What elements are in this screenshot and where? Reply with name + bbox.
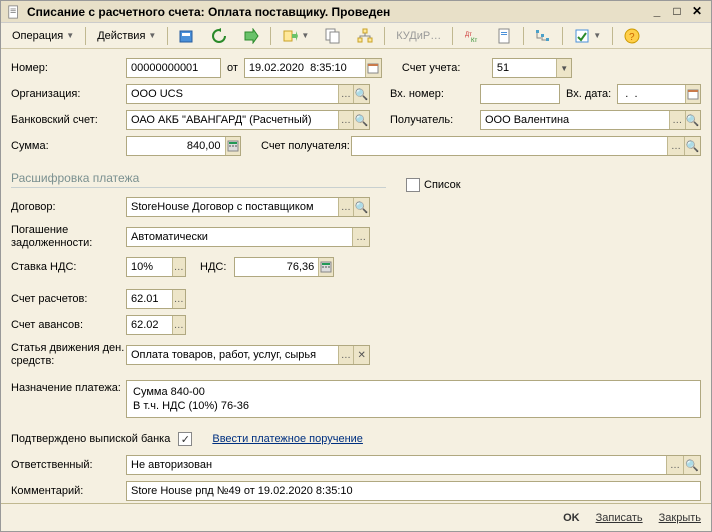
- tb-dtkt-icon[interactable]: ДтКт: [457, 26, 487, 46]
- ellipsis-icon[interactable]: …: [338, 111, 354, 129]
- close-document-button[interactable]: Закрыть: [659, 512, 701, 524]
- toolbar: Операция▼ Действия▼ ▼ КУДиР… ДтКт ▼ ?: [1, 23, 711, 49]
- tb-settings-icon[interactable]: ▼: [567, 26, 608, 46]
- tb-report-icon[interactable]: [489, 26, 519, 46]
- label-bank-acc: Банковский счет:: [11, 114, 126, 126]
- operation-menu[interactable]: Операция▼: [5, 26, 81, 46]
- field-recipient[interactable]: …🔍: [480, 110, 701, 130]
- actions-menu[interactable]: Действия▼: [90, 26, 163, 46]
- label-list: Список: [424, 179, 461, 191]
- field-in-num[interactable]: [480, 84, 560, 104]
- link-payment-order[interactable]: Ввести платежное поручение: [212, 433, 363, 445]
- label-from: от: [227, 62, 238, 74]
- form-content: Номер: от Счет учета: ▼ Организация: …🔍 …: [1, 49, 711, 503]
- tb-basis-icon[interactable]: ▼: [275, 26, 316, 46]
- label-vat: НДС:: [200, 261, 226, 273]
- svg-text:Кт: Кт: [471, 38, 477, 44]
- calendar-icon[interactable]: [685, 85, 700, 103]
- tb-refresh-icon[interactable]: [204, 26, 234, 46]
- save-button[interactable]: Записать: [596, 512, 643, 524]
- tb-go-icon[interactable]: [236, 26, 266, 46]
- label-comment: Комментарий:: [11, 485, 126, 497]
- field-recipient-acc[interactable]: …🔍: [351, 136, 701, 156]
- magnifier-icon[interactable]: 🔍: [353, 85, 369, 103]
- field-purpose[interactable]: Сумма 840-00 В т.ч. НДС (10%) 76-36: [126, 380, 701, 418]
- tb-tree-icon[interactable]: [528, 26, 558, 46]
- field-debt[interactable]: …: [126, 227, 370, 247]
- footer: OK Записать Закрыть: [1, 503, 711, 531]
- magnifier-icon[interactable]: 🔍: [353, 198, 369, 216]
- close-button[interactable]: ✕: [689, 5, 705, 19]
- label-responsible: Ответственный:: [11, 459, 126, 471]
- ellipsis-icon[interactable]: …: [338, 198, 354, 216]
- ellipsis-icon[interactable]: …: [352, 228, 369, 246]
- minimize-button[interactable]: _: [649, 5, 665, 19]
- label-acc-advance: Счет авансов:: [11, 319, 126, 331]
- field-uchet[interactable]: ▼: [492, 58, 572, 78]
- label-purpose: Назначение платежа:: [11, 380, 126, 395]
- tb-clone-icon[interactable]: [318, 26, 348, 46]
- titlebar: Списание с расчетного счета: Оплата пост…: [1, 1, 711, 23]
- tb-help-icon[interactable]: ?: [617, 26, 647, 46]
- ellipsis-icon[interactable]: …: [666, 456, 683, 474]
- label-uchet: Счет учета:: [402, 62, 492, 74]
- list-checkbox[interactable]: [406, 178, 420, 192]
- label-recipient: Получатель:: [390, 114, 480, 126]
- clear-icon[interactable]: ✕: [353, 346, 369, 364]
- field-vat-rate[interactable]: …: [126, 257, 186, 277]
- label-number: Номер:: [11, 62, 126, 74]
- section-title: Расшифровка платежа: [11, 171, 386, 188]
- ellipsis-icon[interactable]: …: [669, 111, 685, 129]
- field-responsible[interactable]: …🔍: [126, 455, 701, 475]
- document-icon: [7, 5, 21, 19]
- ellipsis-icon[interactable]: …: [667, 137, 683, 155]
- label-confirmed: Подтверждено выпиской банка: [11, 433, 170, 445]
- svg-text:?: ?: [629, 32, 635, 43]
- field-acc-advance[interactable]: …: [126, 315, 186, 335]
- window-title: Списание с расчетного счета: Оплата пост…: [27, 5, 390, 19]
- label-contract: Договор:: [11, 201, 126, 213]
- field-number[interactable]: [126, 58, 221, 78]
- field-in-date[interactable]: [617, 84, 701, 104]
- label-cash-flow: Статья движения ден. средств:: [11, 342, 126, 368]
- label-in-date: Вх. дата:: [566, 88, 611, 100]
- magnifier-icon[interactable]: 🔍: [353, 111, 369, 129]
- calculator-icon[interactable]: [225, 137, 240, 155]
- field-cash-flow[interactable]: …✕: [126, 345, 370, 365]
- label-org: Организация:: [11, 88, 126, 100]
- tb-struct-icon[interactable]: [350, 26, 380, 46]
- field-date[interactable]: [244, 58, 382, 78]
- label-debt: Погашение задолженности:: [11, 224, 126, 250]
- tb-save-icon[interactable]: [172, 26, 202, 46]
- label-sum: Сумма:: [11, 140, 126, 152]
- confirmed-checkbox[interactable]: [178, 432, 192, 446]
- ellipsis-icon[interactable]: …: [172, 290, 185, 308]
- field-comment[interactable]: [126, 481, 701, 501]
- label-acc-settle: Счет расчетов:: [11, 293, 126, 305]
- tb-kudir[interactable]: КУДиР…: [389, 26, 448, 46]
- magnifier-icon[interactable]: 🔍: [684, 137, 700, 155]
- label-vat-rate: Ставка НДС:: [11, 261, 126, 273]
- dropdown-icon[interactable]: ▼: [556, 59, 570, 77]
- field-acc-settle[interactable]: …: [126, 289, 186, 309]
- label-recipient-acc: Счет получателя:: [261, 140, 351, 152]
- ok-button[interactable]: OK: [563, 512, 580, 524]
- ellipsis-icon[interactable]: …: [172, 316, 185, 334]
- field-vat[interactable]: [234, 257, 334, 277]
- field-sum[interactable]: [126, 136, 241, 156]
- magnifier-icon[interactable]: 🔍: [685, 111, 701, 129]
- calculator-icon[interactable]: [318, 258, 333, 276]
- field-org[interactable]: …🔍: [126, 84, 370, 104]
- maximize-button[interactable]: □: [669, 5, 685, 19]
- ellipsis-icon[interactable]: …: [338, 85, 354, 103]
- magnifier-icon[interactable]: 🔍: [683, 456, 700, 474]
- calendar-icon[interactable]: [365, 59, 381, 77]
- ellipsis-icon[interactable]: …: [338, 346, 354, 364]
- field-contract[interactable]: …🔍: [126, 197, 370, 217]
- field-bank-acc[interactable]: …🔍: [126, 110, 370, 130]
- ellipsis-icon[interactable]: …: [172, 258, 185, 276]
- label-in-num: Вх. номер:: [390, 88, 480, 100]
